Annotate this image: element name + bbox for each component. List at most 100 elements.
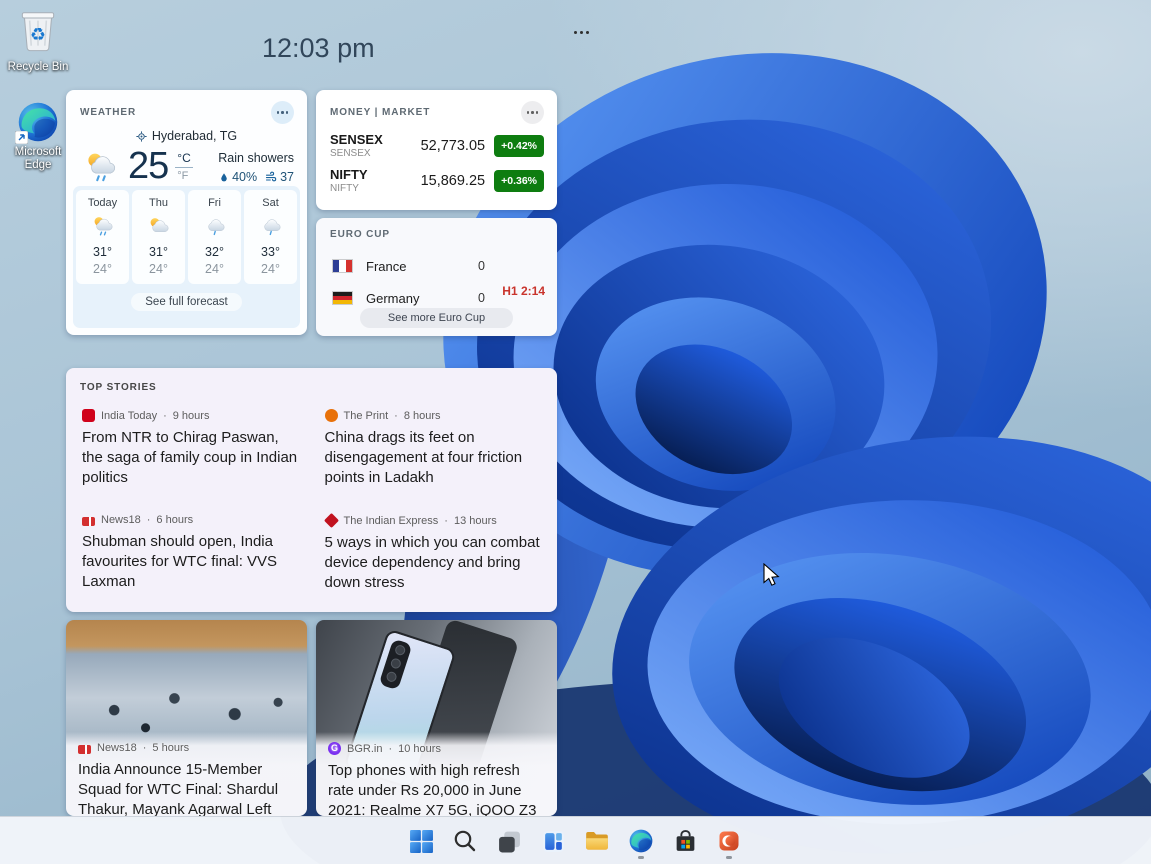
desktop-icon-label: Recycle Bin <box>1 61 75 74</box>
unit-celsius-toggle[interactable]: °C <box>175 151 192 168</box>
forecast-high: 31° <box>76 245 129 259</box>
rain-icon <box>203 214 227 238</box>
story-headline: China drags its feet on disengagement at… <box>325 428 542 488</box>
widgets-more-icon[interactable] <box>572 24 592 34</box>
team-score: 0 <box>478 259 485 273</box>
weather-widget: WEATHER Hyderabad, TG 25 °C °F Rain show… <box>66 90 307 335</box>
sun-cloud-icon <box>147 214 171 238</box>
forecast-day-label: Fri <box>188 197 241 209</box>
news18-icon <box>78 745 91 754</box>
file-explorer-icon <box>584 828 610 854</box>
sun-rain-icon <box>91 214 115 238</box>
unit-fahrenheit-toggle[interactable]: °F <box>175 168 190 182</box>
forecast-day-thu[interactable]: Thu 31° 24° <box>132 190 185 284</box>
desktop-icon-microsoft-edge[interactable]: Microsoft Edge <box>1 100 75 172</box>
search-icon <box>453 829 477 853</box>
forecast-low: 24° <box>132 262 185 276</box>
india-today-icon <box>82 409 95 422</box>
office-button[interactable] <box>709 821 749 861</box>
weather-location-row: Hyderabad, TG <box>66 129 307 143</box>
team-name: Germany <box>366 291 419 306</box>
market-more-button[interactable] <box>521 101 544 124</box>
precipitation-value: 40% <box>232 170 257 184</box>
start-button[interactable] <box>401 821 441 861</box>
microsoft-store-button[interactable] <box>665 821 705 861</box>
forecast-high: 33° <box>244 245 297 259</box>
forecast-day-fri[interactable]: Fri 32° 24° <box>188 190 241 284</box>
taskbar: 12:03 PM Tuesday 6/15/2021 3 <box>0 816 1151 864</box>
market-row-nifty[interactable]: NIFTY NIFTY 15,869.25 +0.36% <box>316 168 557 194</box>
recycle-bin-icon: ♻ <box>17 6 59 54</box>
desktop-icon-recycle-bin[interactable]: ♻ Recycle Bin <box>1 6 75 74</box>
germany-flag-icon <box>332 291 353 305</box>
weather-more-button[interactable] <box>271 101 294 124</box>
desktop: ♻ Recycle Bin Microsoft Edge 12:03 pm WE… <box>0 0 1151 864</box>
index-sub: NIFTY <box>330 184 368 194</box>
forecast-day-today[interactable]: Today 31° 24° <box>76 190 129 284</box>
forecast-high: 31° <box>132 245 185 259</box>
news-card-wtc-squad[interactable]: News18 · 5 hours India Announce 15-Membe… <box>66 620 307 816</box>
story-item[interactable]: The Print · 8 hours China drags its feet… <box>325 409 542 488</box>
euro-cup-widget: EURO CUP France 0 Germany 0 H1 2:14 See … <box>316 218 557 336</box>
meta-separator: · <box>444 515 448 527</box>
eurocup-team-france[interactable]: France 0 <box>316 254 557 278</box>
aqi-value: 37 <box>280 170 294 184</box>
current-temperature: 25 <box>128 145 168 188</box>
weather-condition: Rain showers <box>218 151 294 165</box>
story-item[interactable]: News18 · 6 hours Shubman should open, In… <box>82 514 299 593</box>
change-badge: +0.42% <box>494 135 544 157</box>
widgets-button[interactable] <box>533 821 573 861</box>
task-view-icon <box>497 829 522 854</box>
team-name: France <box>366 259 406 274</box>
index-name: NIFTY <box>330 168 368 181</box>
story-item[interactable]: India Today · 9 hours From NTR to Chirag… <box>82 409 299 488</box>
france-flag-icon <box>332 259 353 273</box>
rain-showers-icon <box>78 149 124 185</box>
see-more-euro-cup-link[interactable]: See more Euro Cup <box>360 308 513 328</box>
running-indicator <box>726 856 732 859</box>
rain-icon <box>259 214 283 238</box>
weather-title: WEATHER <box>80 107 136 118</box>
shortcut-arrow-icon <box>15 131 28 144</box>
meta-separator: · <box>388 743 392 755</box>
market-row-sensex[interactable]: SENSEX SENSEX 52,773.05 +0.42% <box>316 133 557 159</box>
match-status: H1 2:14 <box>502 284 545 298</box>
edge-button[interactable] <box>621 821 661 861</box>
top-stories-title: TOP STORIES <box>80 382 157 393</box>
story-time: 8 hours <box>404 410 441 422</box>
windows-logo-icon <box>409 829 434 854</box>
microsoft-store-icon <box>673 829 698 854</box>
forecast-day-sat[interactable]: Sat 33° 24° <box>244 190 297 284</box>
forecast-low: 24° <box>188 262 241 276</box>
story-item[interactable]: The Indian Express · 13 hours 5 ways in … <box>325 514 542 593</box>
top-stories-widget: TOP STORIES India Today · 9 hours From N… <box>66 368 557 612</box>
search-button[interactable] <box>445 821 485 861</box>
forecast-high: 32° <box>188 245 241 259</box>
news-card-top-phones[interactable]: G BGR.in · 10 hours Top phones with high… <box>316 620 557 816</box>
story-source: India Today <box>101 410 157 422</box>
story-time: 13 hours <box>454 515 497 527</box>
story-time: 10 hours <box>398 743 441 755</box>
see-full-forecast-link[interactable]: See full forecast <box>131 293 241 311</box>
story-source: BGR.in <box>347 743 382 755</box>
running-indicator <box>638 856 644 859</box>
office-icon <box>717 829 741 853</box>
story-time: 9 hours <box>173 410 210 422</box>
meta-separator: · <box>147 514 151 526</box>
file-explorer-button[interactable] <box>577 821 617 861</box>
task-view-button[interactable] <box>489 821 529 861</box>
the-print-icon <box>325 409 338 422</box>
change-badge: +0.36% <box>494 170 544 192</box>
meta-separator: · <box>394 410 398 422</box>
forecast-panel: Today 31° 24° Thu 31° 24° Fri 32° 24° <box>73 186 300 328</box>
forecast-day-label: Sat <box>244 197 297 209</box>
bgr-icon: G <box>328 742 341 755</box>
story-headline: Top phones with high refresh rate under … <box>328 761 545 816</box>
story-headline: 5 ways in which you can combat device de… <box>325 533 542 593</box>
location-pin-icon <box>136 131 147 142</box>
story-source: The Print <box>344 410 389 422</box>
meta-separator: · <box>163 410 167 422</box>
story-time: 5 hours <box>152 742 189 754</box>
aqi-icon <box>265 171 277 183</box>
forecast-day-label: Thu <box>132 197 185 209</box>
